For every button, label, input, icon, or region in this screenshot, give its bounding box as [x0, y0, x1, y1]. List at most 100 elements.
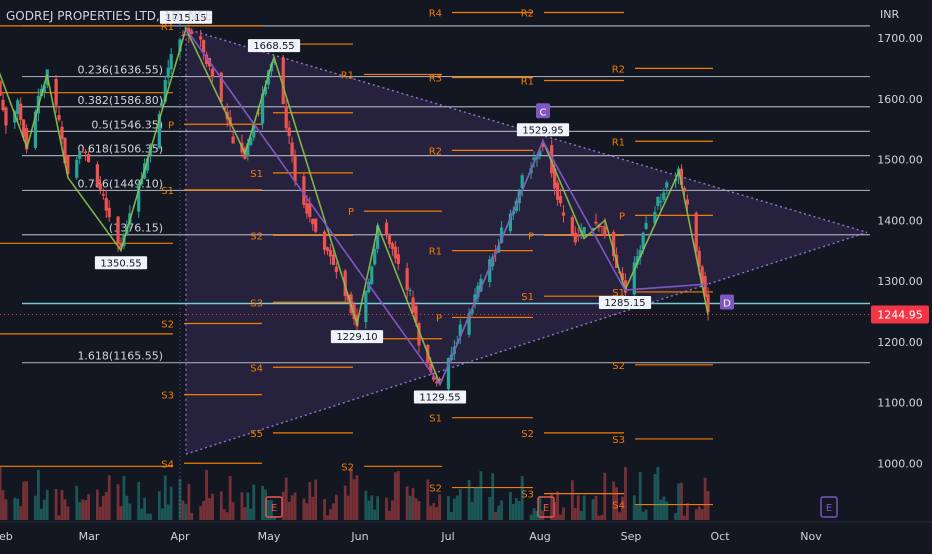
candle-body [659, 201, 663, 203]
candle-body [75, 159, 79, 178]
volume-bar [75, 485, 79, 520]
volume-bar [302, 498, 306, 520]
chart-symbol-title: GODREJ PROPERTIES LTD, 1D, NSE [6, 9, 213, 23]
candle-body [594, 221, 598, 224]
chart-root[interactable]: 0.236(1636.55) 0.382(1586.80) 0.5(1546.35)… [0, 0, 932, 550]
volume-bar [346, 495, 350, 520]
volume-bar [143, 497, 146, 520]
volume-bar [311, 496, 315, 520]
pivot-level-label: S1 [161, 186, 174, 197]
candle-body [393, 246, 397, 259]
candle-body [57, 114, 61, 120]
volume-bar [1, 490, 5, 520]
pivot-level-label: R1 [612, 137, 625, 148]
volume-bar [66, 506, 70, 520]
volume-bar [452, 498, 456, 520]
volume-bar [96, 489, 99, 520]
fib-level-label: 0.5(1546.35) [91, 118, 163, 131]
candle-body [373, 248, 377, 265]
pivot-level-label: S2 [250, 231, 263, 242]
candle-body [644, 223, 648, 229]
candle-body [390, 243, 394, 249]
pivot-level-label: S5 [250, 429, 263, 440]
candle-body [558, 196, 563, 204]
volume-bar [653, 473, 657, 520]
fib-level-label: 0.382(1586.80) [77, 94, 163, 107]
candle-body [1, 99, 5, 110]
volume-bar [532, 508, 536, 520]
volume-bar [370, 495, 374, 520]
candle-body [325, 247, 330, 251]
volume-bar [603, 472, 607, 520]
volume-bar [582, 495, 586, 520]
volume-bar [57, 515, 61, 520]
fib-level-label: 0.236(1636.55) [77, 64, 163, 77]
volume-bar [42, 499, 46, 520]
volume-bar [597, 515, 601, 520]
volume-bar [240, 492, 244, 520]
candle-body [576, 234, 580, 237]
x-axis-tick-label: May [258, 530, 281, 543]
volume-bar [618, 512, 621, 520]
volume-bar [98, 506, 102, 520]
volume-bar [252, 484, 256, 520]
pivot-level-label: R1 [341, 70, 354, 81]
candle-body [0, 81, 2, 96]
volume-bar [39, 508, 43, 520]
volume-bar [612, 481, 616, 520]
volume-bar [438, 494, 441, 520]
volume-bar [332, 503, 335, 520]
volume-bar [706, 491, 710, 520]
candle-body [202, 40, 206, 53]
pivot-level-label: S1 [521, 292, 534, 303]
pivot-level-label: P [168, 120, 174, 131]
volume-bar [570, 480, 574, 520]
volume-bar [246, 492, 250, 520]
candle-body [384, 222, 389, 236]
x-axis-tick-label: Jun [350, 530, 368, 543]
y-axis-tick-label: 1000.00 [877, 457, 923, 470]
candle-body [95, 164, 99, 186]
candle-body [570, 217, 574, 235]
volume-bar [160, 508, 164, 520]
x-axis-tick-label: Oct [710, 530, 730, 543]
price-point-label: 1129.55 [419, 393, 460, 404]
pivot-level-label: P [436, 313, 442, 324]
candle-body [284, 106, 288, 129]
volume-bar [13, 497, 17, 520]
volume-bar [22, 481, 26, 520]
volume-bar [694, 509, 698, 520]
volume-bar [163, 475, 167, 520]
candle-body [328, 249, 333, 257]
volume-bar [408, 495, 412, 520]
volume-bar [364, 490, 368, 520]
volume-bar [417, 501, 421, 520]
candle-body [104, 198, 108, 211]
price-point-label: 1668.55 [253, 41, 294, 52]
candle-body [662, 192, 666, 200]
volume-bar [414, 498, 418, 520]
price-chart[interactable]: 0.236(1636.55) 0.382(1586.80) 0.5(1546.35)… [0, 0, 932, 550]
candle-body [561, 212, 566, 216]
volume-bar [393, 472, 397, 520]
volume-bar [656, 466, 660, 520]
volume-bar [520, 476, 524, 520]
volume-bar [101, 496, 105, 520]
x-axis-tick-label: Nov [800, 530, 822, 543]
candle-body [116, 216, 120, 244]
volume-bar [334, 494, 338, 520]
candle-body [308, 203, 312, 218]
candle-body [16, 100, 20, 114]
volume-bar [308, 482, 312, 520]
candle-body [334, 266, 338, 273]
volume-bar [63, 499, 67, 520]
candle-body [290, 142, 294, 156]
candle-body [19, 103, 23, 121]
candle-body [311, 218, 315, 225]
candle-body [556, 182, 560, 200]
volume-bar [208, 498, 211, 520]
pivot-level-label: S4 [161, 459, 174, 470]
x-axis-tick-label: Jul [440, 530, 454, 543]
volume-bar [509, 491, 512, 520]
volume-bar [615, 487, 618, 520]
